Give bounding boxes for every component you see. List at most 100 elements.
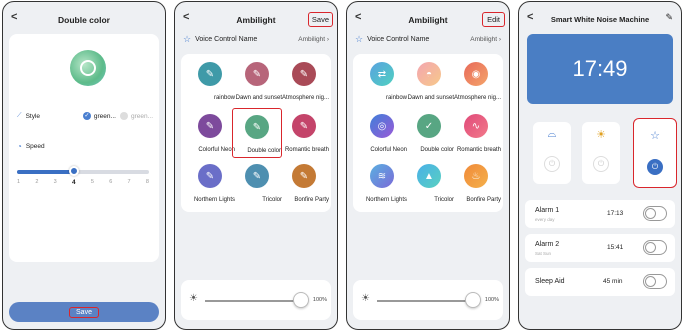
- rainbow-icon: ⇄: [370, 62, 394, 86]
- power-icon[interactable]: ⏻: [544, 156, 560, 172]
- alarm-1-time: 17:13: [607, 210, 624, 217]
- page-title: Smart White Noise Machine: [550, 15, 650, 24]
- sun-icon: ☀: [596, 129, 606, 141]
- lamp-icon: ⌓: [547, 128, 557, 140]
- tick: 2: [35, 179, 39, 185]
- scene-label: Colorful Neon: [370, 147, 407, 153]
- style-option-2[interactable]: green...: [119, 112, 153, 120]
- tick: 7: [127, 179, 131, 185]
- alarm-2-time: 15:41: [607, 244, 624, 251]
- alarm-1-row[interactable]: Alarm 1 every day 17:13: [525, 200, 675, 228]
- star-list-icon: ☆: [650, 130, 660, 142]
- alarm-2-toggle[interactable]: [643, 240, 667, 255]
- save-button[interactable]: Save: [9, 302, 159, 322]
- tick: 8: [145, 179, 149, 185]
- sleep-aid-row[interactable]: Sleep Aid 45 min: [525, 268, 675, 296]
- scene-grid: ✎ rainbow ✎ Dawn and sunset ✎ Atmosphere ni…: [181, 54, 331, 212]
- voice-control-label: Voice Control Name: [367, 35, 430, 43]
- light-device-card[interactable]: ⌓ ⏻: [533, 122, 571, 184]
- scene-bonfire-party[interactable]: ♨ Bonfire Party: [451, 158, 501, 208]
- ambilight-edit-screen: < Ambilight Save ☆ Voice Control Name Am…: [174, 1, 338, 330]
- brightness-value: 100%: [312, 297, 327, 303]
- scene-romantic-breath[interactable]: ∿ Romantic breath: [451, 108, 501, 158]
- scene-label: Colorful Neon: [198, 147, 235, 153]
- brightness-knob[interactable]: [465, 292, 481, 308]
- alarm-1-toggle[interactable]: [643, 206, 667, 221]
- scene-rainbow[interactable]: ✎ rainbow: [185, 56, 235, 106]
- clock-display: 17:49: [527, 34, 673, 104]
- bulb-icon: ◉: [464, 62, 488, 86]
- aurora-icon: ≋: [370, 164, 394, 188]
- edit-pencil-icon: ✎: [292, 114, 316, 138]
- alarm-2-label: Alarm 2: [535, 241, 560, 248]
- scene-bonfire-party[interactable]: ✎ Bonfire Party: [279, 158, 329, 208]
- scene-colorful-neon[interactable]: ✎ Colorful Neon: [185, 108, 235, 158]
- brightness-device-card[interactable]: ☀ ⏻: [582, 122, 620, 184]
- brightness-knob[interactable]: [293, 292, 309, 308]
- sleep-aid-toggle[interactable]: [643, 274, 667, 289]
- brightness-card: ☀ 100%: [181, 280, 331, 320]
- edit-pencil-icon: ✎: [292, 62, 316, 86]
- scene-label: Double color: [247, 148, 281, 154]
- scene-label: Bonfire Party: [466, 197, 501, 203]
- style-icon: ⟋: [17, 112, 22, 119]
- brightness-value: 100%: [484, 297, 499, 303]
- slider-knob[interactable]: [68, 166, 79, 176]
- edit-button[interactable]: Edit: [482, 12, 505, 27]
- save-button[interactable]: Save: [307, 12, 333, 27]
- power-icon[interactable]: ⏻: [593, 156, 609, 172]
- style-option-2-label: green...: [130, 112, 153, 120]
- scene-grid: ⇄ rainbow ◓ Dawn and sunset ◉ Atmosphere ni…: [353, 54, 503, 212]
- voice-control-row[interactable]: ☆ Voice Control Name Ambilight ›: [355, 30, 501, 48]
- tricolor-icon: ▲: [417, 164, 441, 188]
- scene-colorful-neon[interactable]: ◎ Colorful Neon: [357, 108, 407, 158]
- star-icon: ☆: [183, 33, 192, 44]
- unchecked-icon: [119, 112, 128, 120]
- scene-northern-lights[interactable]: ≋ Northern Lights: [357, 158, 407, 208]
- tick: 5: [90, 179, 94, 185]
- voice-control-value: Ambilight ›: [298, 35, 329, 43]
- ambilight-device-card[interactable]: ☆ ⏻: [633, 118, 677, 188]
- scene-label: Bonfire Party: [294, 197, 329, 203]
- speed-icon: ◔: [17, 142, 22, 151]
- scene-tricolor[interactable]: ▲ Tricolor: [404, 158, 454, 208]
- edit-pencil-icon: ✎: [245, 62, 269, 86]
- scene-northern-lights[interactable]: ✎ Northern Lights: [185, 158, 235, 208]
- power-icon[interactable]: ⏻: [647, 159, 663, 175]
- scene-label: Atmosphere nig...: [453, 95, 501, 101]
- scene-dawn-and-sunset[interactable]: ✎ Dawn and sunset: [232, 56, 282, 106]
- voice-control-label: Voice Control Name: [195, 35, 258, 43]
- edit-icon[interactable]: ✎: [665, 12, 673, 23]
- style-option-1[interactable]: ✓ green...: [82, 112, 116, 120]
- sunset-icon: ◓: [417, 62, 441, 86]
- brightness-track: [205, 300, 305, 302]
- alarm-2-row[interactable]: Alarm 2 Sat Sun 15:41: [525, 234, 675, 262]
- scene-label: Romantic breath: [456, 147, 501, 153]
- scene-romantic-breath[interactable]: ✎ Romantic breath: [279, 108, 329, 158]
- checked-icon: ✓: [82, 112, 91, 120]
- scene-label: Double color: [420, 147, 454, 153]
- voice-control-row[interactable]: ☆ Voice Control Name Ambilight ›: [183, 30, 329, 48]
- scene-atmosphere-night[interactable]: ✎ Atmosphere nig...: [279, 56, 329, 106]
- edit-pencil-icon: ✎: [198, 114, 222, 138]
- sleep-aid-label: Sleep Aid: [535, 278, 565, 285]
- tick-selected: 4: [71, 179, 76, 186]
- scene-rainbow[interactable]: ⇄ rainbow: [357, 56, 407, 106]
- brightness-icon: ☀: [361, 293, 370, 304]
- brightness-card: ☀ 100%: [353, 280, 503, 320]
- scene-double-color[interactable]: ✎ Double color: [232, 108, 282, 158]
- ambilight-screen: < Ambilight Edit ☆ Voice Control Name Am…: [346, 1, 510, 330]
- voice-control-value: Ambilight ›: [470, 35, 501, 43]
- scene-tricolor[interactable]: ✎ Tricolor: [232, 158, 282, 208]
- scene-label: Northern Lights: [365, 197, 407, 203]
- page-title: Double color: [58, 15, 110, 25]
- scene-label: Northern Lights: [193, 197, 235, 203]
- style-row: ⟋ Style ✓ green... green...: [17, 112, 153, 120]
- speed-ticks: 1 2 3 4 5 6 7 8: [17, 179, 149, 189]
- scene-double-color[interactable]: ✓ Double color: [404, 108, 454, 158]
- scene-label: Dawn and sunset: [235, 95, 282, 101]
- scene-dawn-and-sunset[interactable]: ◓ Dawn and sunset: [404, 56, 454, 106]
- slider-fill: [17, 170, 74, 174]
- brightness-track: [377, 300, 477, 302]
- scene-atmosphere-night[interactable]: ◉ Atmosphere nig...: [451, 56, 501, 106]
